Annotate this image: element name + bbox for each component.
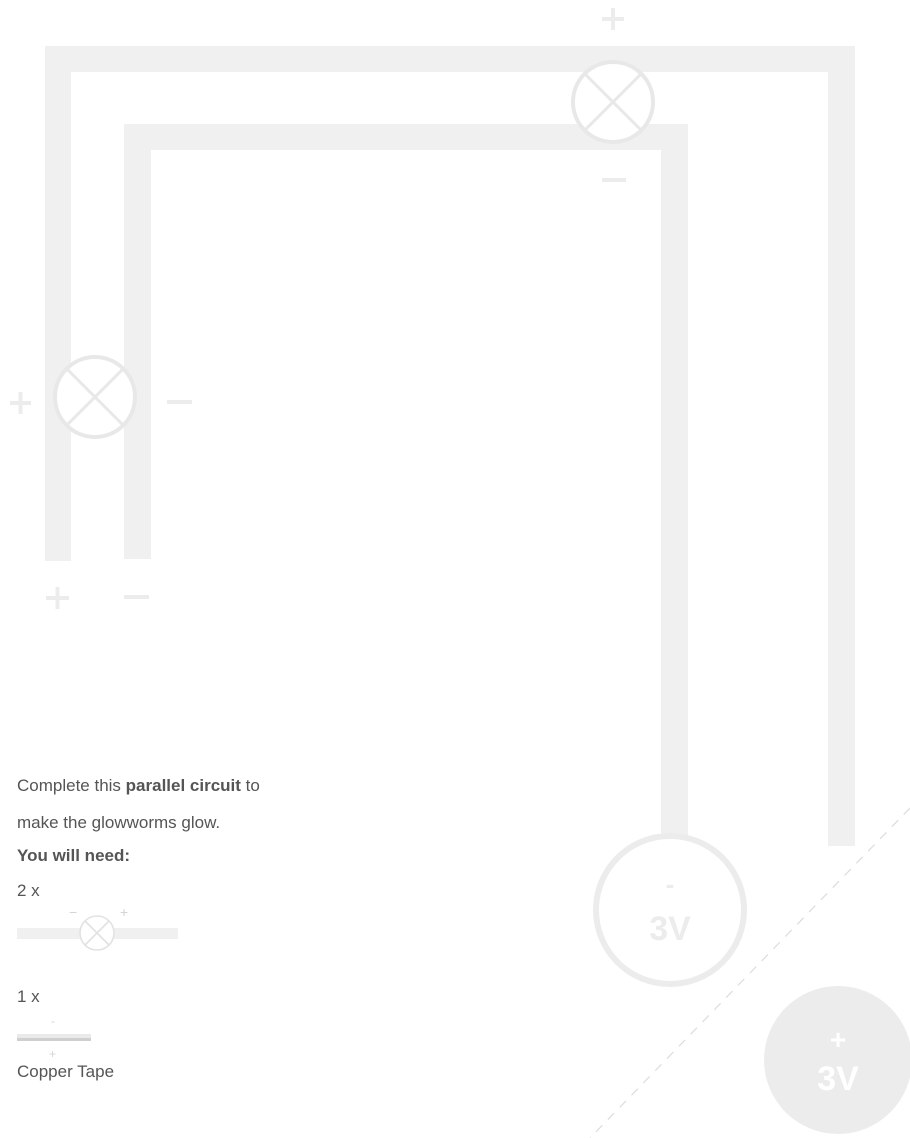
instructions-line-1: Complete this parallel circuit to [17,776,260,795]
inner-negative-track [124,124,688,844]
battery-positive: + 3V [764,986,910,1134]
bulb-quantity: 2 x [17,881,40,900]
battery-positive-sign: + [830,1024,846,1055]
parallel-circuit-diagram: - 3V + 3V − + - + [10,8,910,1138]
highlight-parallel-circuit: parallel circuit [125,776,241,795]
legend-bulb-minus: − [69,904,77,920]
legend-tape-plus: + [49,1047,56,1061]
copper-tape-label: Copper Tape [17,1062,115,1081]
instructions: Complete this parallel circuit to make t… [17,777,347,851]
track-end-plus-sign [46,587,69,609]
materials-heading: You will need: [17,846,131,865]
battery-negative-sign: - [666,869,675,899]
legend-bulb-icon: − + [17,904,178,951]
battery-negative: - 3V [593,833,747,987]
top-bulb [571,60,655,144]
tape-quantity: 1 x [17,987,40,1006]
left-bulb [53,355,137,439]
left-bulb-plus-sign [10,392,31,414]
top-bulb-plus-sign [602,8,624,30]
battery-positive-voltage: 3V [817,1060,859,1098]
legend-copper-tape-icon: - + [17,1014,91,1061]
legend-tape-minus: - [51,1014,55,1028]
battery-negative-voltage: 3V [649,910,691,948]
legend-bulb-plus: + [120,904,128,920]
outer-positive-track [45,46,855,846]
